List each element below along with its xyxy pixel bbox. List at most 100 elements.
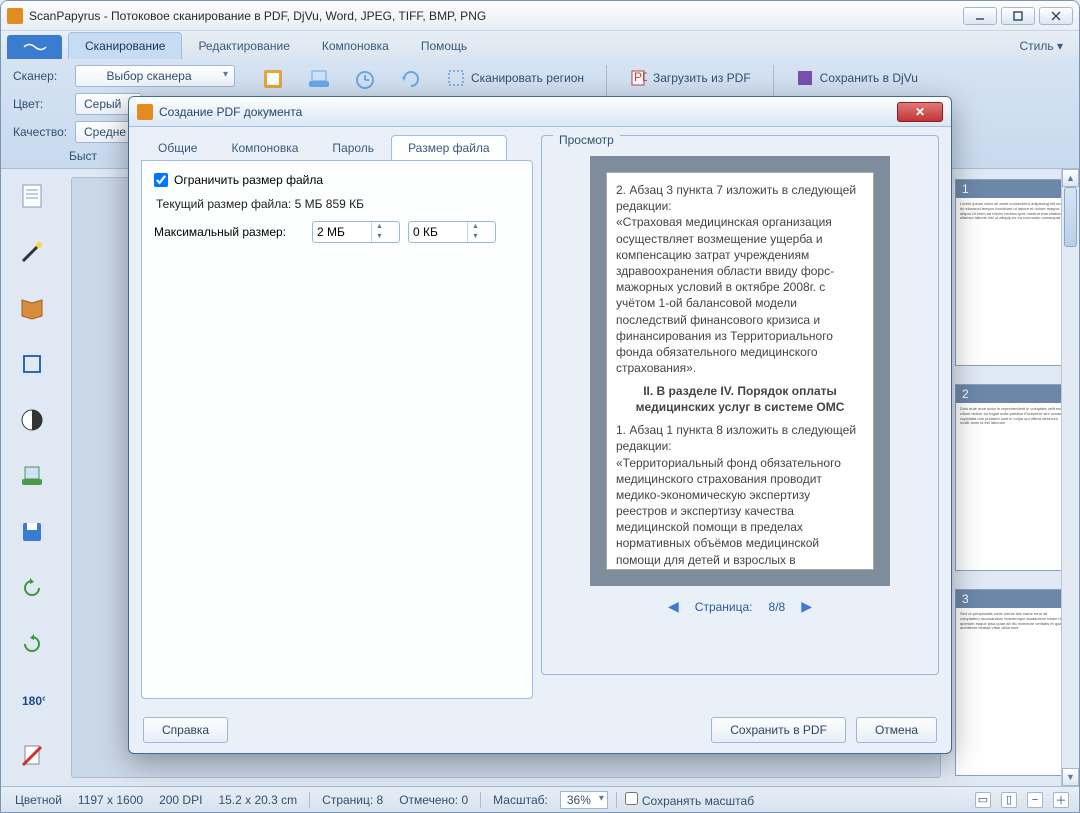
- color-label: Цвет:: [13, 97, 69, 111]
- titlebar: ScanPapyrus - Потоковое сканирование в P…: [1, 1, 1079, 31]
- page-label: Страница:: [695, 600, 753, 614]
- window-buttons: [963, 7, 1073, 25]
- rotate-left-icon[interactable]: [17, 573, 47, 603]
- zoom-in-icon[interactable]: ＋: [1053, 792, 1069, 808]
- limit-size-label: Ограничить размер файла: [174, 173, 323, 187]
- svg-text:PDF: PDF: [634, 70, 647, 84]
- thumbnail-scrollbar[interactable]: ▲ ▼: [1061, 169, 1079, 786]
- next-page-icon[interactable]: ▶: [801, 598, 812, 615]
- current-size-label: Текущий размер файла: 5 МБ 859 КБ: [154, 197, 520, 211]
- spinner-up-icon[interactable]: ▲: [468, 222, 483, 232]
- repeat-scan-icon[interactable]: [397, 65, 425, 93]
- window-title: ScanPapyrus - Потоковое сканирование в P…: [29, 9, 963, 23]
- status-dims: 1197 x 1600: [74, 793, 147, 807]
- app-menu-tab[interactable]: [7, 35, 62, 59]
- load-pdf-action[interactable]: PDF Загрузить из PDF: [621, 65, 759, 91]
- app-icon: [7, 8, 23, 24]
- fast-label: Быст: [69, 149, 125, 163]
- status-pages: Страниц: 8: [318, 793, 387, 807]
- tab-filesize[interactable]: Размер файла: [391, 135, 507, 161]
- tab-password[interactable]: Пароль: [315, 135, 391, 161]
- preview-page: 2. Абзац 3 пункта 7 изложить в следующей…: [590, 156, 890, 586]
- spinner-down-icon[interactable]: ▼: [468, 232, 483, 242]
- thumb-header: 1: [956, 180, 1072, 198]
- scan-icon[interactable]: [259, 65, 287, 93]
- scanner-label: Сканер:: [13, 69, 69, 83]
- tab-scan[interactable]: Сканирование: [68, 32, 182, 59]
- max-mb-spinner[interactable]: ▲▼: [312, 221, 400, 243]
- toolbar-icons: [259, 65, 425, 93]
- help-button[interactable]: Справка: [143, 717, 228, 743]
- thumbnail[interactable]: 2 Duis aute irure dolor in reprehenderit…: [955, 384, 1073, 571]
- maximize-button[interactable]: [1001, 7, 1035, 25]
- prev-page-icon[interactable]: ◀: [668, 598, 679, 615]
- tab-layout[interactable]: Компоновка: [306, 33, 405, 59]
- tab-panel-filesize: Ограничить размер файла Текущий размер ф…: [141, 160, 533, 699]
- keep-zoom-checkbox[interactable]: Сохранять масштаб: [625, 792, 754, 808]
- dialog-title: Создание PDF документа: [159, 105, 897, 119]
- status-marked: Отмечено: 0: [395, 793, 472, 807]
- max-kb-spinner[interactable]: ▲▼: [408, 221, 496, 243]
- magic-wand-icon[interactable]: [17, 237, 47, 267]
- preview-box: 2. Абзац 3 пункта 7 изложить в следующей…: [541, 135, 939, 675]
- cancel-button[interactable]: Отмена: [856, 717, 937, 743]
- pdf-dialog: Создание PDF документа ✕ Общие Компоновк…: [128, 96, 952, 754]
- thumb-header: 3: [956, 590, 1072, 608]
- status-dpi: 200 DPI: [155, 793, 206, 807]
- thumbnail[interactable]: 3 Sed ut perspiciatis unde omnis iste na…: [955, 589, 1073, 776]
- limit-size-checkbox[interactable]: [154, 173, 168, 187]
- max-kb-input[interactable]: [409, 223, 467, 241]
- fit-page-icon[interactable]: ▯: [1001, 792, 1017, 808]
- fit-width-icon[interactable]: ▭: [975, 792, 991, 808]
- rotate-180-icon[interactable]: 180°: [17, 685, 47, 715]
- dialog-close-button[interactable]: ✕: [897, 102, 943, 122]
- preview-label: Просмотр: [553, 133, 620, 147]
- tab-help[interactable]: Помощь: [405, 33, 483, 59]
- scroll-handle[interactable]: [1064, 187, 1077, 247]
- rescan-icon[interactable]: [17, 461, 47, 491]
- minimize-button[interactable]: [963, 7, 997, 25]
- scroll-down-icon[interactable]: ▼: [1062, 768, 1079, 786]
- svg-text:180°: 180°: [22, 694, 45, 708]
- save-pdf-button[interactable]: Сохранить в PDF: [711, 717, 846, 743]
- rotate-right-icon[interactable]: [17, 629, 47, 659]
- dialog-left: Общие Компоновка Пароль Размер файла Огр…: [141, 135, 533, 699]
- dialog-icon: [137, 104, 153, 120]
- spinner-up-icon[interactable]: ▲: [372, 222, 387, 232]
- scan-region-action[interactable]: Сканировать регион: [439, 65, 592, 91]
- tab-layout[interactable]: Компоновка: [214, 135, 315, 161]
- statusbar: Цветной 1197 x 1600 200 DPI 15.2 x 20.3 …: [1, 786, 1079, 812]
- scanner-combo[interactable]: Выбор сканера: [75, 65, 235, 87]
- scroll-up-icon[interactable]: ▲: [1062, 169, 1079, 187]
- contrast-icon[interactable]: [17, 405, 47, 435]
- book-icon[interactable]: [17, 293, 47, 323]
- dialog-tabs: Общие Компоновка Пароль Размер файла: [141, 135, 533, 161]
- max-size-label: Максимальный размер:: [154, 225, 304, 239]
- zoom-combo[interactable]: 36%: [560, 791, 608, 809]
- page-info-icon[interactable]: [17, 181, 47, 211]
- thumb-header: 2: [956, 385, 1072, 403]
- scanner-device-icon[interactable]: [305, 65, 333, 93]
- tab-edit[interactable]: Редактирование: [182, 33, 305, 59]
- thumbnail-panel: 1 Lorem ipsum dolor sit amet consectetur…: [949, 169, 1079, 786]
- thumbnail[interactable]: 1 Lorem ipsum dolor sit amet consectetur…: [955, 179, 1073, 366]
- status-size: 15.2 x 20.3 cm: [214, 793, 301, 807]
- dialog-titlebar: Создание PDF документа ✕: [129, 97, 951, 127]
- page-value: 8/8: [769, 600, 786, 614]
- delete-page-icon[interactable]: [17, 741, 47, 771]
- save-djvu-action[interactable]: Сохранить в DjVu: [788, 65, 926, 91]
- close-button[interactable]: [1039, 7, 1073, 25]
- side-toolbar: 180°: [1, 169, 63, 786]
- zoom-label: Масштаб:: [489, 793, 552, 807]
- max-mb-input[interactable]: [313, 223, 371, 241]
- style-dropdown[interactable]: Стиль ▾: [1004, 33, 1079, 59]
- spinner-down-icon[interactable]: ▼: [372, 232, 387, 242]
- save-icon[interactable]: [17, 517, 47, 547]
- tab-general[interactable]: Общие: [141, 135, 214, 161]
- timer-scan-icon[interactable]: [351, 65, 379, 93]
- zoom-out-icon[interactable]: −: [1027, 792, 1043, 808]
- quality-label: Качество:: [13, 125, 69, 139]
- ribbon-tabs: Сканирование Редактирование Компоновка П…: [1, 31, 1079, 59]
- crop-icon[interactable]: [17, 349, 47, 379]
- dialog-right: Просмотр 2. Абзац 3 пункта 7 изложить в …: [541, 135, 939, 699]
